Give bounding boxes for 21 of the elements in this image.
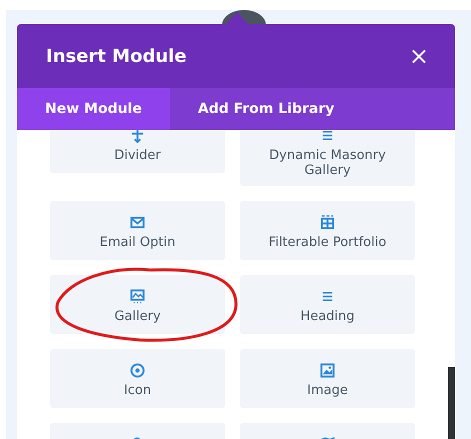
module-card[interactable]: Email Optin (50, 201, 225, 260)
dialog-title: Insert Module (46, 46, 187, 66)
gallery-icon (130, 289, 145, 304)
module-card[interactable]: Dynamic Masonry Gallery (240, 130, 415, 186)
divider-icon (130, 130, 145, 143)
lines-icon (320, 130, 335, 143)
scrollbar-thumb[interactable] (448, 367, 455, 439)
lines-icon (320, 289, 335, 304)
module-card[interactable]: Image (240, 349, 415, 408)
image-icon (320, 363, 335, 378)
close-button[interactable]: × (408, 44, 429, 68)
tab[interactable]: New Module (17, 88, 170, 130)
module-card[interactable]: Gallery (50, 275, 225, 334)
module-card[interactable]: Divider (50, 130, 225, 173)
module-card[interactable]: Filterable Portfolio (240, 201, 415, 260)
module-card[interactable]: Heading (240, 275, 415, 334)
envelope-icon (130, 215, 145, 230)
target-icon (130, 363, 145, 378)
grid-icon (320, 215, 335, 230)
module-card[interactable]: Icon (50, 349, 225, 408)
tab[interactable]: Add From Library (170, 88, 362, 130)
